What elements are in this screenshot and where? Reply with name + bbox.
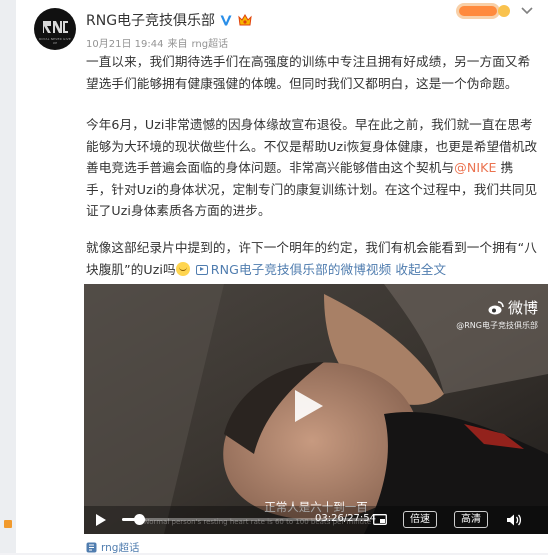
play-pause-icon[interactable]: [95, 514, 107, 526]
source-prefix: 来自: [167, 39, 188, 50]
weibo-post-card: ROYAL NEVER GIVE UP RNG电子竞技俱乐部 10月21日 19…: [16, 0, 548, 554]
pip-icon[interactable]: [373, 514, 387, 525]
speed-button[interactable]: 倍速: [403, 511, 437, 528]
post-meta: 10月21日 19:44 来自 rng超话: [86, 35, 228, 50]
post-paragraph-2: 今年6月，Uzi非常遗憾的因身体缘故宣布退役。早在此之前，我们就一直在思考能够为…: [86, 114, 538, 222]
volume-icon[interactable]: [506, 513, 522, 527]
mention-nike[interactable]: @NIKE: [454, 160, 496, 175]
post-paragraph-1: 一直以来，我们期待选手们在高强度的训练中专注且拥有好成绩，另一方面又希望选手们能…: [86, 54, 531, 91]
gutter-marker: [4, 520, 12, 528]
watermark-text: 微博: [507, 299, 538, 317]
video-time: 03:26/27:54: [315, 513, 377, 524]
video-player[interactable]: 微博 @RNG电子竞技俱乐部 正常人是六十到一百 Normal person's…: [84, 284, 548, 534]
quality-button[interactable]: 高清: [454, 511, 488, 528]
watermark-subtext: @RNG电子竞技俱乐部: [456, 321, 538, 330]
verified-icon[interactable]: [219, 13, 234, 27]
promo-badge-icon[interactable]: [456, 0, 512, 22]
rng-logo-icon: [43, 21, 68, 33]
logo-caption: ROYAL NEVER GIVE UP: [38, 37, 72, 45]
weibo-watermark: 微博 @RNG电子竞技俱乐部: [456, 297, 538, 331]
play-icon[interactable]: [287, 386, 327, 426]
super-topic-icon: [86, 542, 97, 553]
left-gutter: [0, 0, 16, 553]
source-link[interactable]: rng超话: [191, 35, 228, 50]
author-name[interactable]: RNG电子竞技俱乐部: [86, 10, 215, 30]
video-link-icon: [195, 264, 208, 275]
weibo-logo-icon: [488, 300, 504, 314]
collapse-text-link[interactable]: 收起全文: [395, 262, 446, 277]
video-link[interactable]: RNG电子竞技俱乐部的微博视频: [211, 262, 392, 277]
video-controls: Normal person's resting heart rate is 60…: [84, 506, 548, 534]
chevron-down-icon[interactable]: [520, 6, 534, 16]
author-row: RNG电子竞技俱乐部: [86, 10, 253, 30]
post-paragraph-3: 就像这部纪录片中提到的，许下一个明年的约定，我们有机会能看到一个拥有“八块腹肌”…: [86, 237, 538, 280]
post-time[interactable]: 10月21日 19:44: [86, 35, 163, 50]
avatar[interactable]: ROYAL NEVER GIVE UP: [34, 8, 76, 50]
vip-badge-icon[interactable]: [237, 13, 253, 27]
laugh-emoji-icon: [175, 261, 190, 276]
